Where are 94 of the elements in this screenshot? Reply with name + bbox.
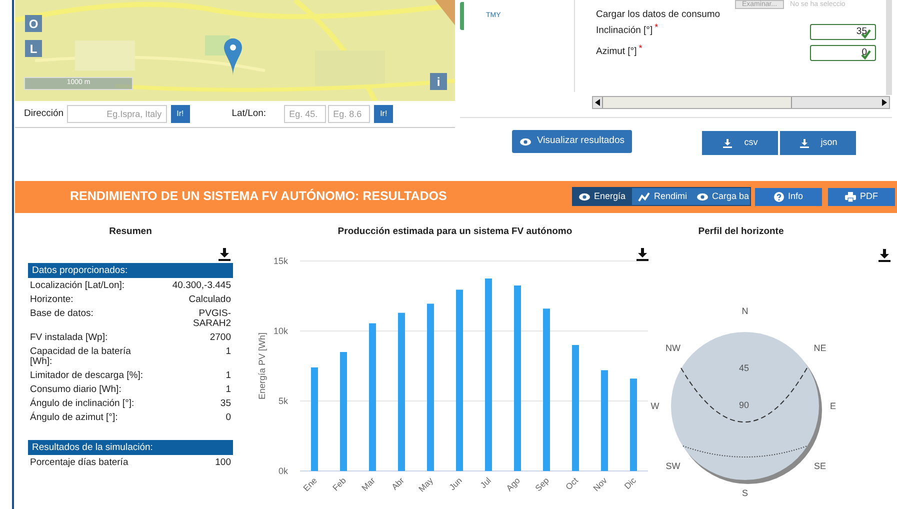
check-icon — [861, 50, 871, 60]
field-label: Inclinación [°] — [596, 24, 653, 38]
eye-icon — [697, 192, 708, 201]
summary-value: 1 — [224, 371, 231, 381]
compass-label: S — [742, 488, 748, 498]
download-button[interactable]: csv — [702, 131, 778, 155]
summary-label: Limitador de descarga [%]: — [30, 371, 144, 381]
map-button[interactable]: O — [25, 15, 42, 32]
summary-label: Consumo diario [Wh]: — [30, 385, 122, 395]
number-field[interactable]: 0 — [810, 44, 876, 60]
go-button[interactable]: Ir! — [374, 105, 394, 123]
go-button[interactable]: Ir! — [170, 105, 190, 123]
download-icon[interactable] — [636, 248, 649, 261]
header-button[interactable]: PDF — [828, 188, 895, 206]
summary-value: 1 — [224, 347, 231, 359]
view-results-button[interactable]: Visualizar resultados — [512, 130, 632, 153]
address-field[interactable]: Eg.Ispra, Italy — [66, 105, 167, 123]
field-label: Azimut [°] — [596, 45, 637, 60]
compass-label: NE — [814, 343, 826, 353]
download-icon[interactable] — [878, 248, 891, 262]
view-tab[interactable]: Rendimi — [632, 188, 691, 206]
axis-tick-label: Nov — [591, 475, 609, 494]
summary-label: Porcentaje días batería — [30, 458, 130, 468]
compass-label: W — [650, 401, 660, 411]
summary-value: 35 — [219, 399, 231, 409]
printer-icon — [845, 192, 856, 202]
summary-value: 40.300,-3.445 — [171, 281, 231, 291]
field-label: Dirección — [24, 106, 64, 121]
chart-title: Producción estimada para un sistema FV autónomo — [336, 224, 574, 239]
summary-value: 1 — [224, 385, 231, 395]
axis-tick-label: Oct — [563, 475, 580, 492]
eye-icon — [579, 192, 590, 201]
section-title: Resumen — [108, 224, 153, 239]
summary-label: FV instalada [Wp]: — [30, 333, 109, 343]
axis-tick-label: Abr — [389, 475, 406, 492]
summary-label: Ángulo de inclinación [°]: — [30, 399, 136, 409]
axis-tick-label: Mar — [360, 475, 377, 493]
compass-label: NW — [666, 343, 680, 353]
download-icon — [723, 138, 732, 148]
axis-tick-label: 10k — [273, 326, 288, 336]
summary-value: 100 — [214, 458, 231, 468]
download-button[interactable]: json — [780, 131, 856, 155]
summary-heading: Datos proporcionados: — [28, 263, 233, 278]
longitude-field[interactable]: Eg. 8.6 — [328, 105, 370, 123]
number-field[interactable]: 35 — [810, 24, 876, 40]
summary-value: 0 — [224, 413, 231, 423]
map-button[interactable]: L — [25, 40, 42, 57]
latitude-field[interactable]: Eg. 45. — [284, 105, 326, 123]
header-button[interactable]: Info — [755, 188, 822, 206]
axis-tick-label: Dic — [622, 475, 638, 492]
view-tab[interactable]: Carga ba — [691, 188, 750, 206]
summary-label: Localización [Lat/Lon]: — [30, 281, 126, 291]
summary-label: Ángulo de azimut [°]: — [30, 413, 119, 423]
summary-label: Capacidad de la batería [Wh]: — [30, 347, 132, 367]
compass-label: N — [742, 306, 748, 316]
required-mark: * — [654, 23, 658, 32]
axis-title: Energía PV [Wh] — [257, 332, 267, 400]
chart-title: Perfil del horizonte — [697, 224, 785, 239]
view-tab[interactable]: Energía — [573, 188, 632, 206]
compass-label: E — [830, 401, 836, 411]
field-label: Lat/Lon: — [232, 106, 266, 121]
vertical-scrollbar[interactable] — [886, 0, 892, 95]
axis-tick-label: May — [416, 475, 435, 494]
axis-tick-label: Jul — [478, 475, 493, 490]
compass-label: SE — [814, 461, 826, 471]
axis-tick-label: Sep — [533, 475, 551, 494]
scroll-right-icon — [882, 99, 887, 106]
compass-label: SW — [666, 461, 680, 471]
axis-tick-label: Ago — [504, 475, 522, 494]
summary-heading: Resultados de la simulación: — [28, 440, 233, 455]
elevation-label: 90 — [739, 400, 749, 410]
axis-tick-label: 15k — [273, 256, 288, 266]
axis-tick-label: Jun — [447, 475, 464, 492]
required-mark: * — [638, 44, 642, 53]
map-info-button[interactable]: i — [430, 73, 447, 90]
scroll-left-icon — [595, 99, 600, 106]
summary-value: Calculado — [188, 295, 231, 305]
axis-tick-label: 0k — [278, 466, 288, 476]
summary-label: Horizonte: — [30, 295, 74, 305]
axis-tick-label: 5k — [278, 396, 288, 406]
horizontal-scrollbar[interactable] — [592, 96, 890, 109]
consumption-label: Cargar los datos de consumo — [596, 9, 722, 21]
axis-tick-label: Feb — [330, 475, 348, 493]
download-icon — [800, 138, 809, 148]
axis-tick-label: Ene — [301, 475, 319, 494]
summary-value: 2700 — [208, 333, 231, 343]
summary-value: PVGIS-SARAH2 — [192, 309, 231, 329]
eye-icon — [520, 138, 531, 146]
summary-label: Base de datos: — [30, 309, 94, 321]
elevation-label: 45 — [739, 363, 749, 373]
download-icon[interactable] — [218, 248, 231, 261]
help-icon — [774, 192, 784, 202]
results-title: RENDIMIENTO DE UN SISTEMA FV AUTÓNOMO: RESULTADOS — [70, 188, 447, 206]
chart-icon — [638, 192, 650, 202]
